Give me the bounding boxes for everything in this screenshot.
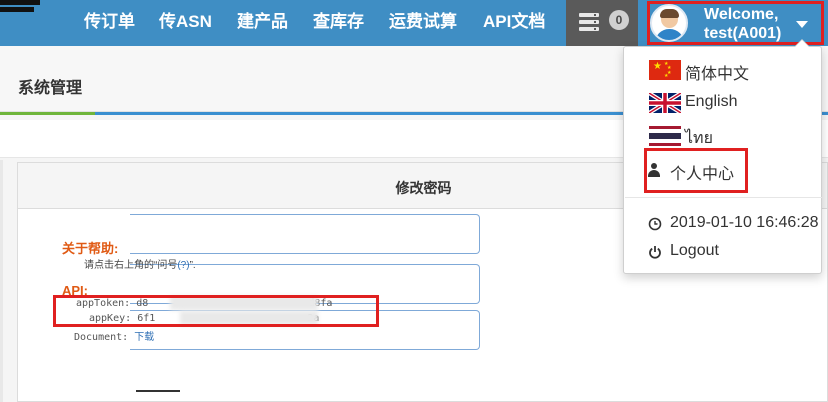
document-label: Document: [74,332,129,343]
uk-flag-icon [649,93,681,113]
help-question-mark: (?) [177,260,190,271]
menu-item-label: 简体中文 [685,66,750,83]
menu-item-lang-th[interactable]: ไทย [624,120,821,150]
page-title: 系统管理 [18,80,83,97]
top-navbar: 传订单 传ASN 建产品 查库存 运费试算 API文档 0 Welcome, t… [0,0,828,46]
server-icon [579,13,599,31]
nav-shipping-calculator[interactable]: 运费试算 [389,0,457,46]
document-row: Document: 下载 [74,328,154,343]
thailand-flag-icon [649,126,681,146]
logo[interactable] [0,0,40,46]
nav-create-product[interactable]: 建产品 [237,0,288,46]
menu-item-label: Logout [670,242,719,259]
nav-upload-asn[interactable]: 传ASN [159,0,212,46]
menu-item-lang-zh[interactable]: ★ ★ ★ ★ ★ 简体中文 [624,54,821,84]
nav-upload-order[interactable]: 传订单 [84,0,135,46]
nav-api-docs[interactable]: API文档 [483,0,545,46]
document-download-link[interactable]: 下载 [134,332,154,343]
password-field-old[interactable] [130,214,480,254]
menu-item-label: English [685,93,738,110]
left-divider [0,160,3,402]
profile-highlight-box [644,148,748,193]
help-text: 请点击右上角的“问号(?)”. [84,256,196,271]
power-icon [649,246,661,259]
help-label: 关于帮助: [62,241,119,256]
help-text-end: ”. [189,260,196,271]
submit-stub [136,390,180,392]
china-flag-icon: ★ ★ ★ ★ ★ [649,60,681,80]
nav-check-inventory[interactable]: 查库存 [313,0,364,46]
api-credentials-highlight-box [53,295,379,327]
current-datetime: 2019-01-10 16:46:28 [670,214,819,231]
menu-item-datetime: 2019-01-10 16:46:28 [624,208,821,238]
menu-item-lang-en[interactable]: English [624,87,821,117]
clock-icon [648,217,662,231]
help-text-main: 请点击右上角的“问号 [84,260,178,271]
menu-item-logout[interactable]: Logout [624,236,821,266]
menu-divider [625,197,822,198]
messages-button[interactable]: 0 [566,0,638,46]
message-count-badge: 0 [609,10,629,30]
